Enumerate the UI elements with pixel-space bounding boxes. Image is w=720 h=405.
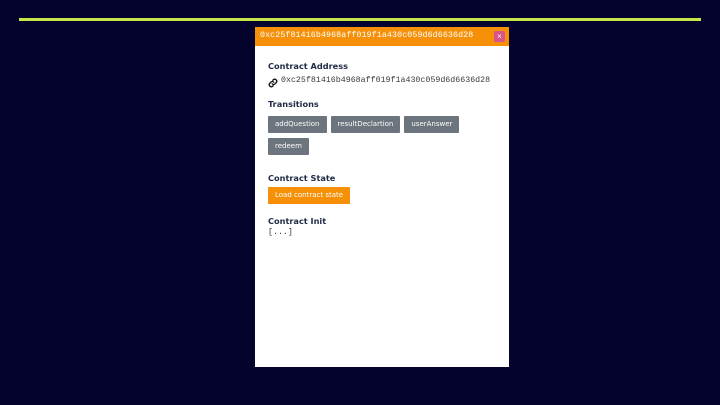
contract-init-value[interactable]: [...] (268, 228, 326, 237)
transitions-section: Transitions addQuestion resultDeclartion… (268, 99, 500, 160)
contract-init-section: Contract Init [...] (268, 216, 326, 237)
transition-button-redeem[interactable]: redeem (268, 138, 309, 155)
panel-title: 0xc25f81416b4968aff019f1a430c059d6d6636d… (260, 31, 474, 40)
transition-button-useranswer[interactable]: userAnswer (404, 116, 460, 133)
transition-button-addquestion[interactable]: addQuestion (268, 116, 327, 133)
accent-divider (19, 18, 701, 21)
transitions-buttons: addQuestion resultDeclartion userAnswer … (268, 116, 500, 160)
contract-init-heading: Contract Init (268, 216, 327, 226)
transition-button-resultdeclartion[interactable]: resultDeclartion (330, 116, 401, 133)
contract-panel: 0xc25f81416b4968aff019f1a430c059d6d6636d… (255, 27, 509, 367)
close-button[interactable]: × (494, 31, 505, 42)
contract-address-value: 0xc25f81416b4968aff019f1a430c059d6d6636d… (281, 75, 491, 85)
contract-address-row: 0xc25f81416b4968aff019f1a430c059d6d6636d… (268, 75, 491, 88)
panel-header: 0xc25f81416b4968aff019f1a430c059d6d6636d… (255, 27, 509, 46)
load-contract-state-button[interactable]: Load contract state (268, 187, 351, 204)
transitions-heading: Transitions (268, 99, 319, 109)
contract-state-heading: Contract State (268, 173, 336, 183)
contract-address-heading: Contract Address (268, 61, 348, 71)
contract-address-section: Contract Address 0xc25f81416b4968aff019f… (268, 61, 491, 88)
link-icon[interactable] (268, 75, 278, 88)
contract-state-section: Contract State Load contract state (268, 173, 351, 204)
